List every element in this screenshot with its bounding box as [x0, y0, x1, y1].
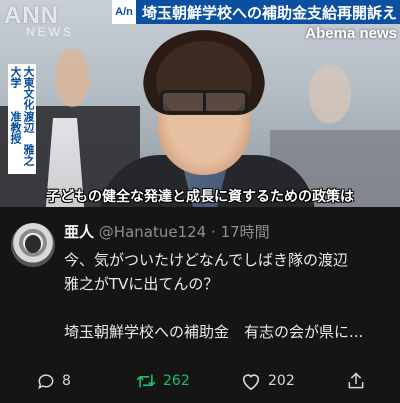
affiliation-name-title: 渡辺 雅之准教授	[9, 111, 35, 167]
retweet-icon	[135, 371, 157, 391]
share-button[interactable]	[346, 371, 366, 391]
speaker-image	[100, 30, 315, 207]
tweet-text: 今、気がついたけどなんでしばき隊の渡辺 雅之がTVに出てんの？ 埼玉朝鮮学校への…	[64, 248, 390, 344]
affiliation-university: 大東文化大学	[9, 66, 35, 110]
reply-icon	[36, 371, 56, 391]
tweet-header: 亜人 @Hanatue124 · 17時間	[64, 221, 270, 242]
tweet-text-line: 埼玉朝鮮学校への補助金 有志の会が県に...	[64, 323, 364, 341]
reply-count: 8	[62, 373, 71, 389]
reply-button[interactable]: 8	[36, 371, 71, 391]
retweet-count: 262	[163, 373, 190, 389]
avatar[interactable]	[11, 223, 55, 267]
tweet[interactable]: 亜人 @Hanatue124 · 17時間 今、気がついたけどなんでしばき隊の渡…	[0, 207, 400, 403]
abema-news-logo: Abema news	[305, 25, 397, 42]
video-subtitle: 子どもの健全な発達と成長に資するための政策は	[46, 189, 354, 205]
retweet-button[interactable]: 262	[135, 371, 190, 391]
tweet-time[interactable]: 17時間	[221, 223, 270, 241]
video-frame[interactable]: ANN NEWS A/n 埼玉朝鮮学校への補助金支給再開訴え Abema new…	[0, 0, 400, 207]
like-count: 202	[268, 373, 295, 389]
headline-text: 埼玉朝鮮学校への補助金支給再開訴え	[142, 3, 398, 22]
tweet-actions: 8 262 202	[0, 367, 400, 397]
like-button[interactable]: 202	[240, 371, 295, 391]
tweet-text-line: 今、気がついたけどなんでしばき隊の渡辺	[64, 251, 348, 269]
headline-bar: A/n 埼玉朝鮮学校への補助金支給再開訴え	[112, 0, 400, 24]
share-icon	[346, 371, 366, 391]
user-handle[interactable]: @Hanatue124	[99, 223, 206, 241]
heart-icon	[240, 371, 262, 391]
affiliation-caption: 大東文化大学 渡辺 雅之准教授	[8, 64, 36, 174]
tweet-text-line: 雅之がTVに出てんの？	[64, 275, 219, 293]
separator-dot: ·	[211, 223, 216, 241]
display-name[interactable]: 亜人	[64, 223, 94, 241]
news-logo-text: NEWS	[26, 25, 74, 39]
an-badge: A/n	[112, 0, 136, 24]
